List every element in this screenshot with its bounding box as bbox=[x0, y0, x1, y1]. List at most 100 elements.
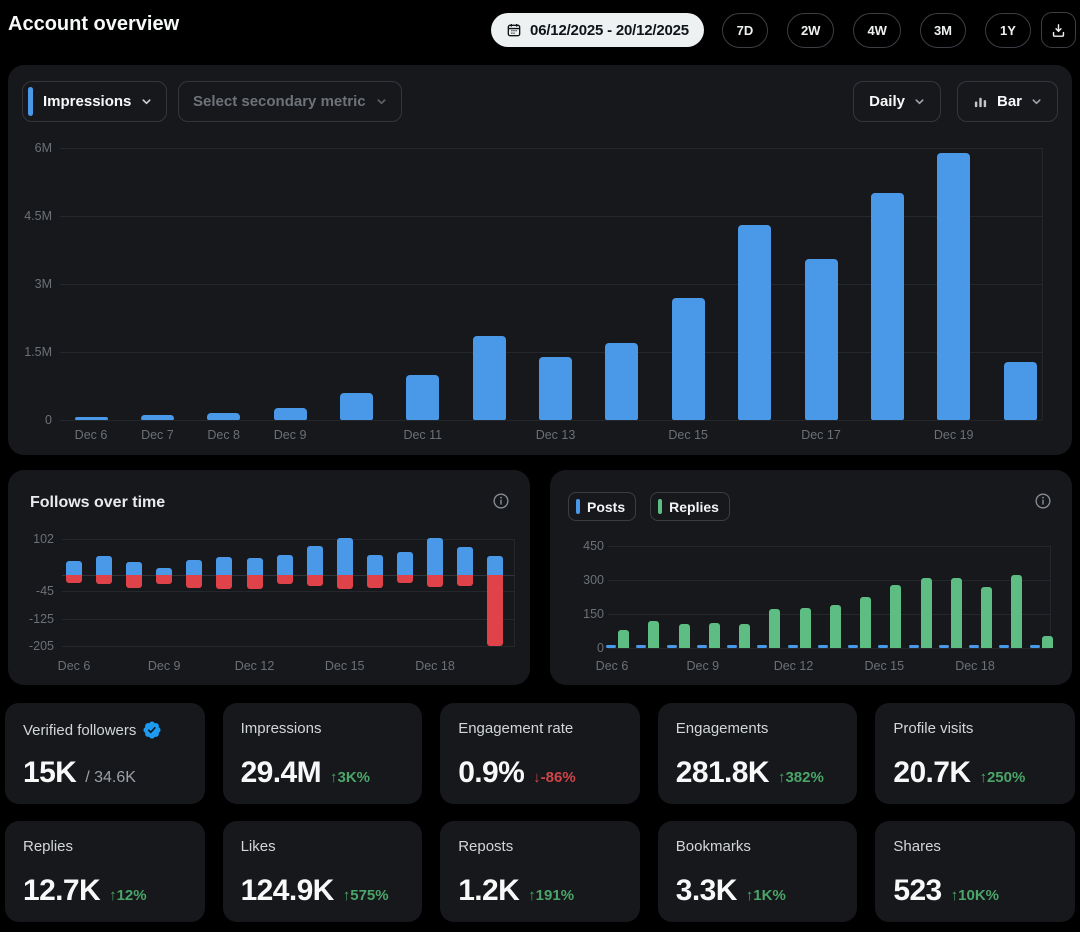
replies-bar-dec-20[interactable] bbox=[1042, 636, 1053, 648]
replies-bar-dec-15[interactable] bbox=[890, 585, 901, 648]
stat-value: 15K bbox=[23, 756, 76, 790]
replies-bar-dec-14[interactable] bbox=[860, 597, 871, 648]
follows-bar-dec-9[interactable] bbox=[156, 568, 172, 575]
replies-bar-dec-17[interactable] bbox=[951, 578, 962, 648]
x-axis-tick: Dec 7 bbox=[124, 428, 190, 442]
unfollows-bar-dec-9[interactable] bbox=[156, 575, 172, 584]
impressions-bar-dec-19[interactable] bbox=[937, 153, 970, 420]
range-button-7d[interactable]: 7D bbox=[722, 13, 768, 48]
impressions-bar-dec-10[interactable] bbox=[340, 393, 373, 420]
follows-bar-dec-8[interactable] bbox=[126, 562, 142, 575]
unfollows-bar-dec-20[interactable] bbox=[487, 575, 503, 646]
unfollows-bar-dec-12[interactable] bbox=[247, 575, 263, 589]
download-button[interactable] bbox=[1041, 12, 1076, 48]
date-range-picker[interactable]: 06/12/2025 - 20/12/2025 bbox=[491, 13, 704, 47]
follows-bar-dec-17[interactable] bbox=[397, 552, 413, 575]
replies-bar-dec-13[interactable] bbox=[830, 605, 841, 648]
range-button-3m[interactable]: 3M bbox=[920, 13, 966, 48]
x-axis-tick: Dec 18 bbox=[942, 659, 1008, 673]
posts-replies-bar-chart: 4503001500Dec 6Dec 9Dec 12Dec 15Dec 18 bbox=[550, 470, 1072, 685]
unfollows-bar-dec-19[interactable] bbox=[457, 575, 473, 586]
impressions-bar-dec-20[interactable] bbox=[1004, 362, 1037, 420]
unfollows-bar-dec-8[interactable] bbox=[126, 575, 142, 588]
impressions-bar-dec-7[interactable] bbox=[141, 415, 174, 420]
y-axis-tick: 150 bbox=[560, 607, 604, 621]
replies-bar-dec-10[interactable] bbox=[739, 624, 750, 648]
stat-value: 281.8K bbox=[676, 756, 769, 790]
impressions-bar-dec-17[interactable] bbox=[805, 259, 838, 420]
unfollows-bar-dec-13[interactable] bbox=[277, 575, 293, 584]
posts-bar-dec-6[interactable] bbox=[606, 645, 616, 648]
follows-bar-dec-18[interactable] bbox=[427, 538, 443, 575]
follows-bar-dec-12[interactable] bbox=[247, 558, 263, 575]
impressions-bar-dec-13[interactable] bbox=[539, 357, 572, 420]
follows-bar-dec-16[interactable] bbox=[367, 555, 383, 575]
posts-bar-dec-20[interactable] bbox=[1030, 645, 1040, 648]
posts-bar-dec-18[interactable] bbox=[969, 645, 979, 648]
posts-bar-dec-19[interactable] bbox=[999, 645, 1009, 648]
follows-bar-dec-14[interactable] bbox=[307, 546, 323, 575]
posts-bar-dec-15[interactable] bbox=[878, 645, 888, 648]
replies-bar-dec-8[interactable] bbox=[679, 624, 690, 648]
impressions-bar-dec-9[interactable] bbox=[274, 408, 307, 420]
range-button-1y[interactable]: 1Y bbox=[985, 13, 1031, 48]
impressions-bar-dec-18[interactable] bbox=[871, 193, 904, 420]
impressions-bar-dec-8[interactable] bbox=[207, 413, 240, 420]
plot-edge-line bbox=[1050, 546, 1051, 648]
unfollows-bar-dec-16[interactable] bbox=[367, 575, 383, 588]
unfollows-bar-dec-11[interactable] bbox=[216, 575, 232, 589]
impressions-bar-dec-16[interactable] bbox=[738, 225, 771, 420]
replies-bar-dec-19[interactable] bbox=[1011, 575, 1022, 648]
impressions-bar-dec-15[interactable] bbox=[672, 298, 705, 420]
follows-bar-dec-11[interactable] bbox=[216, 557, 232, 575]
replies-bar-dec-6[interactable] bbox=[618, 630, 629, 648]
follows-bar-dec-13[interactable] bbox=[277, 555, 293, 575]
x-axis-tick: Dec 15 bbox=[851, 659, 917, 673]
impressions-chart-card: Impressions Select secondary metric Dail… bbox=[8, 65, 1072, 455]
posts-bar-dec-9[interactable] bbox=[697, 645, 707, 648]
stat-delta: ↑3K% bbox=[330, 769, 370, 786]
posts-bar-dec-11[interactable] bbox=[757, 645, 767, 648]
posts-bar-dec-17[interactable] bbox=[939, 645, 949, 648]
follows-bar-dec-20[interactable] bbox=[487, 556, 503, 575]
posts-bar-dec-10[interactable] bbox=[727, 645, 737, 648]
replies-bar-dec-18[interactable] bbox=[981, 587, 992, 648]
stat-delta: ↑12% bbox=[109, 887, 147, 904]
follows-bar-dec-15[interactable] bbox=[337, 538, 353, 575]
posts-bar-dec-16[interactable] bbox=[909, 645, 919, 648]
stat-label-text: Replies bbox=[23, 838, 73, 855]
posts-bar-dec-13[interactable] bbox=[818, 645, 828, 648]
unfollows-bar-dec-18[interactable] bbox=[427, 575, 443, 587]
replies-bar-dec-12[interactable] bbox=[800, 608, 811, 648]
posts-bar-dec-8[interactable] bbox=[667, 645, 677, 648]
replies-bar-dec-11[interactable] bbox=[769, 609, 780, 648]
replies-bar-dec-7[interactable] bbox=[648, 621, 659, 648]
stat-value-row: 12.7K↑12% bbox=[23, 874, 147, 908]
unfollows-bar-dec-15[interactable] bbox=[337, 575, 353, 589]
follows-bar-dec-7[interactable] bbox=[96, 556, 112, 575]
impressions-bar-dec-12[interactable] bbox=[473, 336, 506, 420]
unfollows-bar-dec-7[interactable] bbox=[96, 575, 112, 584]
posts-bar-dec-12[interactable] bbox=[788, 645, 798, 648]
impressions-bar-dec-14[interactable] bbox=[605, 343, 638, 420]
unfollows-bar-dec-10[interactable] bbox=[186, 575, 202, 588]
range-button-4w[interactable]: 4W bbox=[853, 13, 901, 48]
plot-edge-line bbox=[1042, 148, 1043, 420]
account-overview-page: Account overview 06/12/2025 - 20/12/2025… bbox=[0, 0, 1080, 932]
replies-bar-dec-16[interactable] bbox=[921, 578, 932, 648]
range-button-2w[interactable]: 2W bbox=[787, 13, 835, 48]
stat-label-text: Profile visits bbox=[893, 720, 973, 737]
unfollows-bar-dec-17[interactable] bbox=[397, 575, 413, 583]
follows-bar-dec-10[interactable] bbox=[186, 560, 202, 575]
impressions-bar-dec-6[interactable] bbox=[75, 417, 108, 420]
follows-bar-dec-19[interactable] bbox=[457, 547, 473, 575]
posts-bar-dec-14[interactable] bbox=[848, 645, 858, 648]
y-axis-tick: 1.5M bbox=[10, 345, 52, 359]
unfollows-bar-dec-14[interactable] bbox=[307, 575, 323, 586]
unfollows-bar-dec-6[interactable] bbox=[66, 575, 82, 583]
replies-bar-dec-9[interactable] bbox=[709, 623, 720, 648]
y-axis-tick: 6M bbox=[10, 141, 52, 155]
impressions-bar-dec-11[interactable] bbox=[406, 375, 439, 420]
posts-bar-dec-7[interactable] bbox=[636, 645, 646, 648]
follows-bar-dec-6[interactable] bbox=[66, 561, 82, 575]
